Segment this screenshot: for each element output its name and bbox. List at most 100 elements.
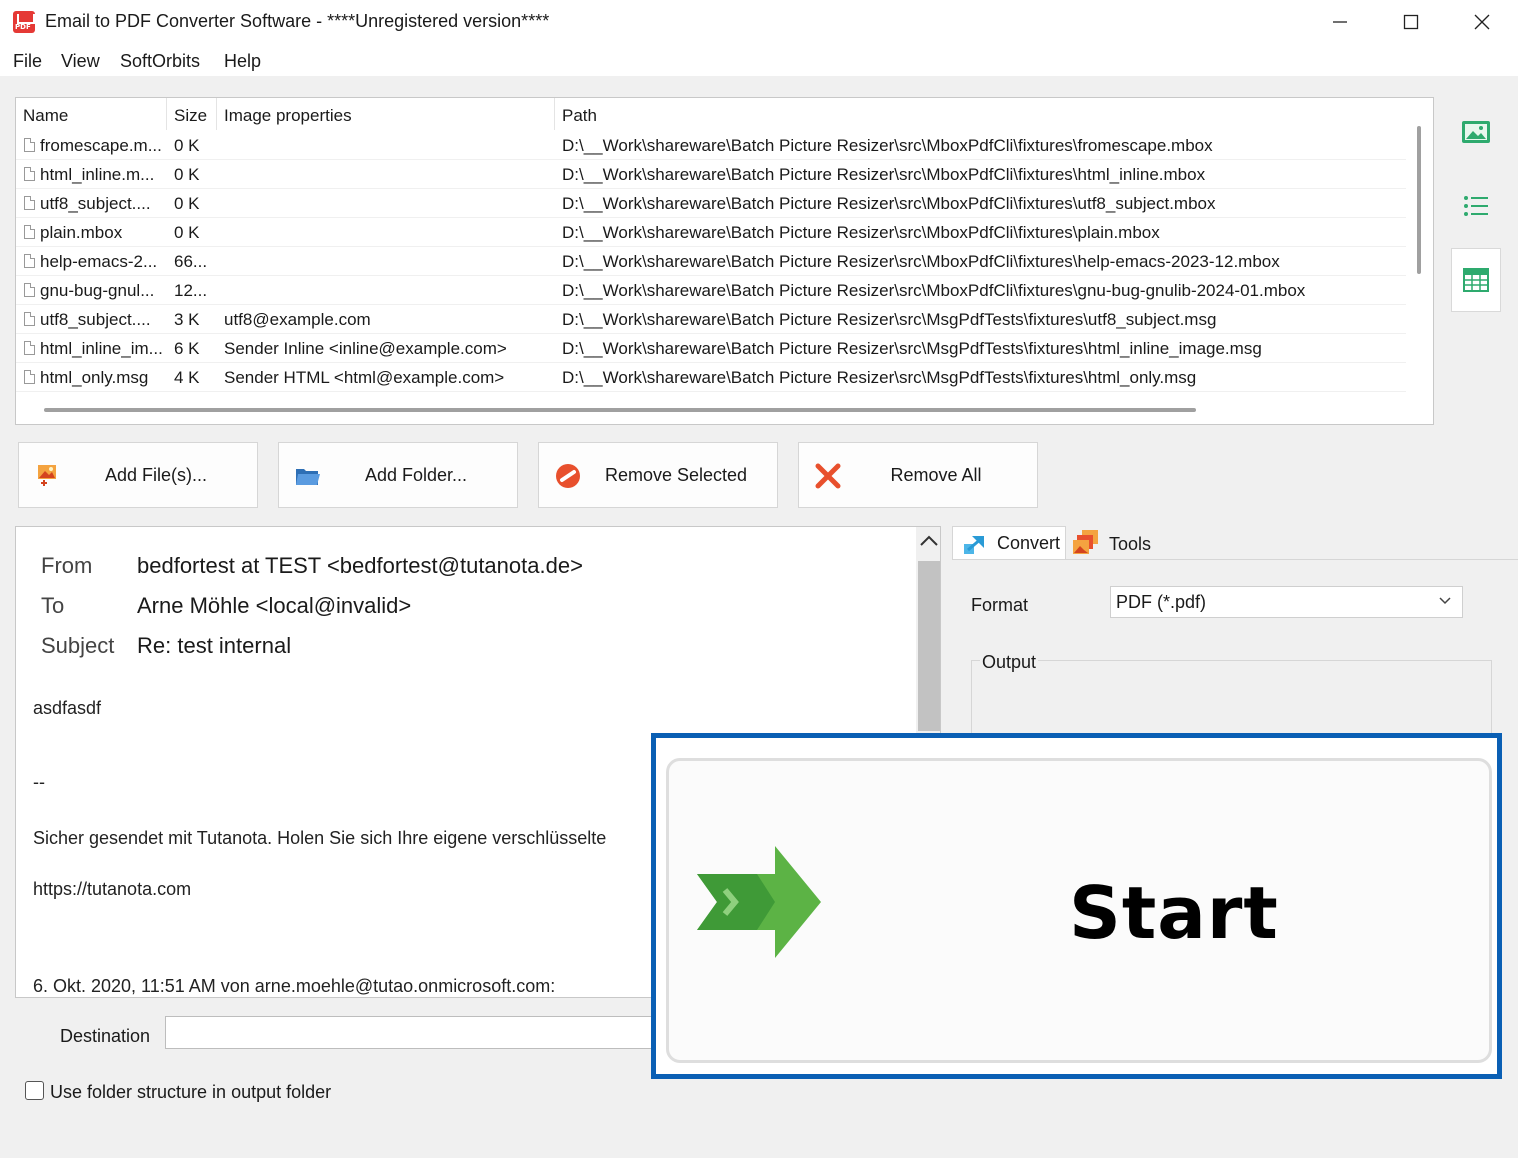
file-icon xyxy=(24,312,35,326)
chevron-down-icon xyxy=(1439,597,1451,605)
table-row[interactable]: help-emacs-2... 66... D:\__Work\shareware\… xyxy=(16,247,1406,276)
list-view-button[interactable] xyxy=(1451,174,1501,238)
folder-structure-label[interactable]: Use folder structure in output folder xyxy=(50,1082,331,1103)
table-row[interactable]: html_inline.m... 0 K D:\__Work\shareware\B… xyxy=(16,160,1406,189)
cell-text: D:\__Work\shareware\Batch Picture Resize… xyxy=(562,310,1217,329)
cell-text: 12... xyxy=(174,281,208,300)
cell-text: D:\__Work\shareware\Batch Picture Resize… xyxy=(562,136,1213,155)
close-button[interactable] xyxy=(1447,0,1517,44)
close-icon xyxy=(1474,14,1490,30)
output-label: Output xyxy=(980,652,1039,673)
body-link[interactable]: https://tutanota.com xyxy=(33,879,191,900)
column-header-name[interactable]: Name xyxy=(16,98,167,130)
folder-structure-checkbox[interactable] xyxy=(25,1081,44,1100)
cell-path: D:\__Work\shareware\Batch Picture Resize… xyxy=(555,363,1406,392)
details-view-button[interactable] xyxy=(1451,248,1501,312)
cell-text: utf8_subject.... xyxy=(40,310,151,329)
menu-file[interactable]: File xyxy=(13,51,42,72)
body-line: 6. Okt. 2020, 11:51 AM von arne.moehle@t… xyxy=(33,976,556,996)
table-row[interactable]: plain.mbox 0 K D:\__Work\shareware\Batch P… xyxy=(16,218,1406,247)
vertical-scrollbar[interactable] xyxy=(1417,126,1421,274)
maximize-button[interactable] xyxy=(1376,0,1446,44)
cell-text: 0 K xyxy=(174,165,200,184)
remove-all-button[interactable]: Remove All xyxy=(798,442,1038,508)
tab-convert[interactable]: Convert xyxy=(952,526,1066,560)
file-list[interactable]: Name Size Image properties Path fromesca… xyxy=(15,97,1434,425)
menu-softorbits[interactable]: SoftOrbits xyxy=(120,51,200,72)
cell-path: D:\__Work\shareware\Batch Picture Resize… xyxy=(555,247,1406,276)
cell-name: html_inline_im... xyxy=(16,334,167,363)
file-icon xyxy=(24,196,35,210)
cell-text: 0 K xyxy=(174,136,200,155)
cell-text: html_inline_im... xyxy=(40,339,163,358)
file-icon xyxy=(24,341,35,355)
cell-text: html_inline.m... xyxy=(40,165,155,184)
cell-name: fromescape.m... xyxy=(16,131,167,160)
list-view-icon xyxy=(1464,196,1488,216)
cell-text: html_only.msg xyxy=(40,368,149,387)
destination-input[interactable] xyxy=(165,1016,685,1049)
cell-text: fromescape.m... xyxy=(40,136,162,155)
cell-text: D:\__Work\shareware\Batch Picture Resize… xyxy=(562,252,1280,271)
maximize-icon xyxy=(1403,14,1419,30)
tab-tools[interactable]: Tools xyxy=(1068,526,1158,560)
tab-tools-label: Tools xyxy=(1109,534,1152,554)
body-line: -- xyxy=(33,772,45,792)
start-button[interactable]: Start xyxy=(666,758,1492,1063)
cell-text: D:\__Work\shareware\Batch Picture Resize… xyxy=(562,339,1262,358)
menu-view[interactable]: View xyxy=(61,51,100,72)
chevron-up-icon[interactable] xyxy=(919,533,939,547)
preview-scroll-thumb[interactable] xyxy=(918,561,940,731)
cell-path: D:\__Work\shareware\Batch Picture Resize… xyxy=(555,160,1406,189)
horizontal-scrollbar[interactable] xyxy=(44,408,1196,412)
cell-name: gnu-bug-gnul... xyxy=(16,276,167,305)
to-value: Arne Möhle <local@invalid> xyxy=(137,593,412,618)
file-icon xyxy=(24,283,35,297)
cell-props xyxy=(217,247,555,276)
cell-text: Sender HTML <html@example.com> xyxy=(224,368,505,387)
cell-text: Sender Inline <inline@example.com> xyxy=(224,339,507,358)
cell-path: D:\__Work\shareware\Batch Picture Resize… xyxy=(555,218,1406,247)
cell-text: 0 K xyxy=(174,223,200,242)
cell-name: utf8_subject.... xyxy=(16,189,167,218)
table-row[interactable]: utf8_subject.... 3 K utf8@example.com D:\__… xyxy=(16,305,1406,334)
minimize-icon xyxy=(1333,21,1347,23)
thumbnail-view-button[interactable] xyxy=(1451,100,1501,164)
table-row[interactable]: gnu-bug-gnul... 12... D:\__Work\shareware\… xyxy=(16,276,1406,305)
cell-text: D:\__Work\shareware\Batch Picture Resize… xyxy=(562,281,1306,300)
main-area: Name Size Image properties Path fromesca… xyxy=(0,76,1518,1158)
table-row[interactable]: utf8_subject.... 0 K D:\__Work\shareware\B… xyxy=(16,189,1406,218)
column-header-path[interactable]: Path xyxy=(555,98,1406,130)
cell-text: utf8_subject.... xyxy=(40,194,151,213)
column-header-image-properties[interactable]: Image properties xyxy=(217,98,555,130)
menu-help[interactable]: Help xyxy=(224,51,261,72)
cell-props xyxy=(217,189,555,218)
add-files-label: Add File(s)... xyxy=(104,465,208,485)
column-header-size[interactable]: Size xyxy=(167,98,217,130)
table-row[interactable]: fromescape.m... 0 K D:\__Work\shareware\Ba… xyxy=(16,131,1406,160)
add-folder-button[interactable]: Add Folder... xyxy=(278,442,518,508)
cell-text: utf8@example.com xyxy=(224,310,371,329)
cell-props xyxy=(217,276,555,305)
cell-path: D:\__Work\shareware\Batch Picture Resize… xyxy=(555,305,1406,334)
file-icon xyxy=(24,370,35,384)
cell-props: utf8@example.com xyxy=(217,305,555,334)
minimize-button[interactable] xyxy=(1305,0,1375,44)
remove-selected-button[interactable]: Remove Selected xyxy=(538,442,778,508)
add-files-button[interactable]: Add File(s)... xyxy=(18,442,258,508)
table-row[interactable]: html_only.msg 4 K Sender HTML <html@exampl… xyxy=(16,363,1406,392)
cell-size: 12... xyxy=(167,276,217,305)
start-callout: Start xyxy=(651,733,1502,1079)
table-row[interactable]: html_inline_im... 6 K Sender Inline <inlin… xyxy=(16,334,1406,363)
cell-props xyxy=(217,160,555,189)
cell-path: D:\__Work\shareware\Batch Picture Resize… xyxy=(555,334,1406,363)
cell-text: D:\__Work\shareware\Batch Picture Resize… xyxy=(562,223,1160,242)
cell-size: 0 K xyxy=(167,160,217,189)
subject-label: Subject xyxy=(41,633,115,658)
cell-name: html_only.msg xyxy=(16,363,167,392)
cell-props: Sender Inline <inline@example.com> xyxy=(217,334,555,363)
cell-name: help-emacs-2... xyxy=(16,247,167,276)
from-label: From xyxy=(41,553,93,578)
file-icon xyxy=(24,254,35,268)
format-select[interactable]: PDF (*.pdf) xyxy=(1110,586,1463,618)
